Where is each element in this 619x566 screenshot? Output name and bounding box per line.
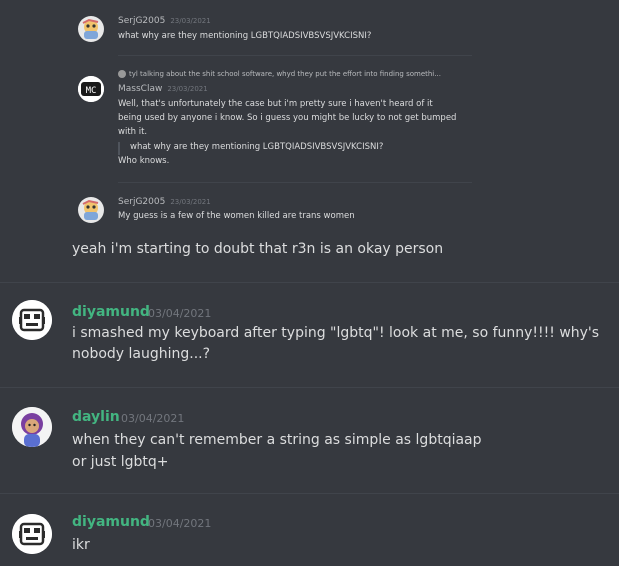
message-text: yeah i'm starting to doubt that r3n is a… bbox=[72, 241, 444, 257]
username[interactable]: diyamund bbox=[72, 304, 150, 320]
message-text: nobody laughing...? bbox=[72, 346, 211, 362]
embed-message-line: Well, that's unfortunately the case but … bbox=[118, 99, 433, 109]
username[interactable]: diyamund bbox=[72, 514, 150, 530]
avatar[interactable] bbox=[78, 16, 104, 42]
avatar[interactable]: MC bbox=[78, 76, 104, 102]
message-text: i smashed my keyboard after typing "lgbt… bbox=[72, 325, 600, 341]
embed-author[interactable]: SerjG2005 23/03/2021 bbox=[118, 197, 211, 207]
avatar[interactable] bbox=[12, 514, 52, 554]
embed-timestamp: 23/03/2021 bbox=[170, 17, 211, 25]
embed-author[interactable]: SerjG2005 23/03/2021 bbox=[118, 16, 211, 26]
username[interactable]: daylin bbox=[72, 409, 120, 425]
timestamp: 03/04/2021 bbox=[121, 412, 185, 425]
embed-message-line: being used by anyone i know. So i guess … bbox=[118, 113, 457, 123]
embed-timestamp: 23/03/2021 bbox=[167, 85, 208, 93]
avatar-label: MC bbox=[86, 86, 97, 96]
avatar[interactable] bbox=[78, 197, 104, 223]
reply-avatar-icon bbox=[118, 70, 126, 78]
message-divider bbox=[0, 387, 619, 388]
message-text: ikr bbox=[72, 537, 90, 553]
reply-preview-text: tyl talking about the shit school softwa… bbox=[129, 70, 441, 78]
avatar[interactable] bbox=[12, 300, 52, 340]
message-text: or just lgbtq+ bbox=[72, 454, 169, 470]
message-divider bbox=[0, 493, 619, 494]
avatar[interactable] bbox=[12, 407, 52, 447]
embed-message-text: My guess is a few of the women killed ar… bbox=[118, 211, 355, 221]
embed-author-name[interactable]: SerjG2005 bbox=[118, 197, 165, 207]
embed-author-name[interactable]: MassClaw bbox=[118, 84, 162, 94]
divider bbox=[118, 55, 472, 56]
embed-message-line: Who knows. bbox=[118, 156, 170, 166]
timestamp: 03/04/2021 bbox=[148, 307, 212, 320]
embed-message-line: with it. bbox=[118, 127, 148, 137]
quote-bar bbox=[118, 142, 120, 155]
embed-quote-text: what why are they mentioning LGBTQIADSIV… bbox=[130, 142, 384, 152]
embed-timestamp: 23/03/2021 bbox=[170, 198, 211, 206]
message-text: when they can't remember a string as sim… bbox=[72, 432, 482, 448]
embed-author[interactable]: MassClaw 23/03/2021 bbox=[118, 84, 208, 94]
timestamp: 03/04/2021 bbox=[148, 517, 212, 530]
embed-author-name[interactable]: SerjG2005 bbox=[118, 16, 165, 26]
divider bbox=[118, 182, 472, 183]
message-divider bbox=[0, 282, 619, 283]
reply-preview[interactable]: tyl talking about the shit school softwa… bbox=[118, 70, 441, 78]
embed-message-text: what why are they mentioning LGBTQIADSIV… bbox=[118, 31, 372, 41]
